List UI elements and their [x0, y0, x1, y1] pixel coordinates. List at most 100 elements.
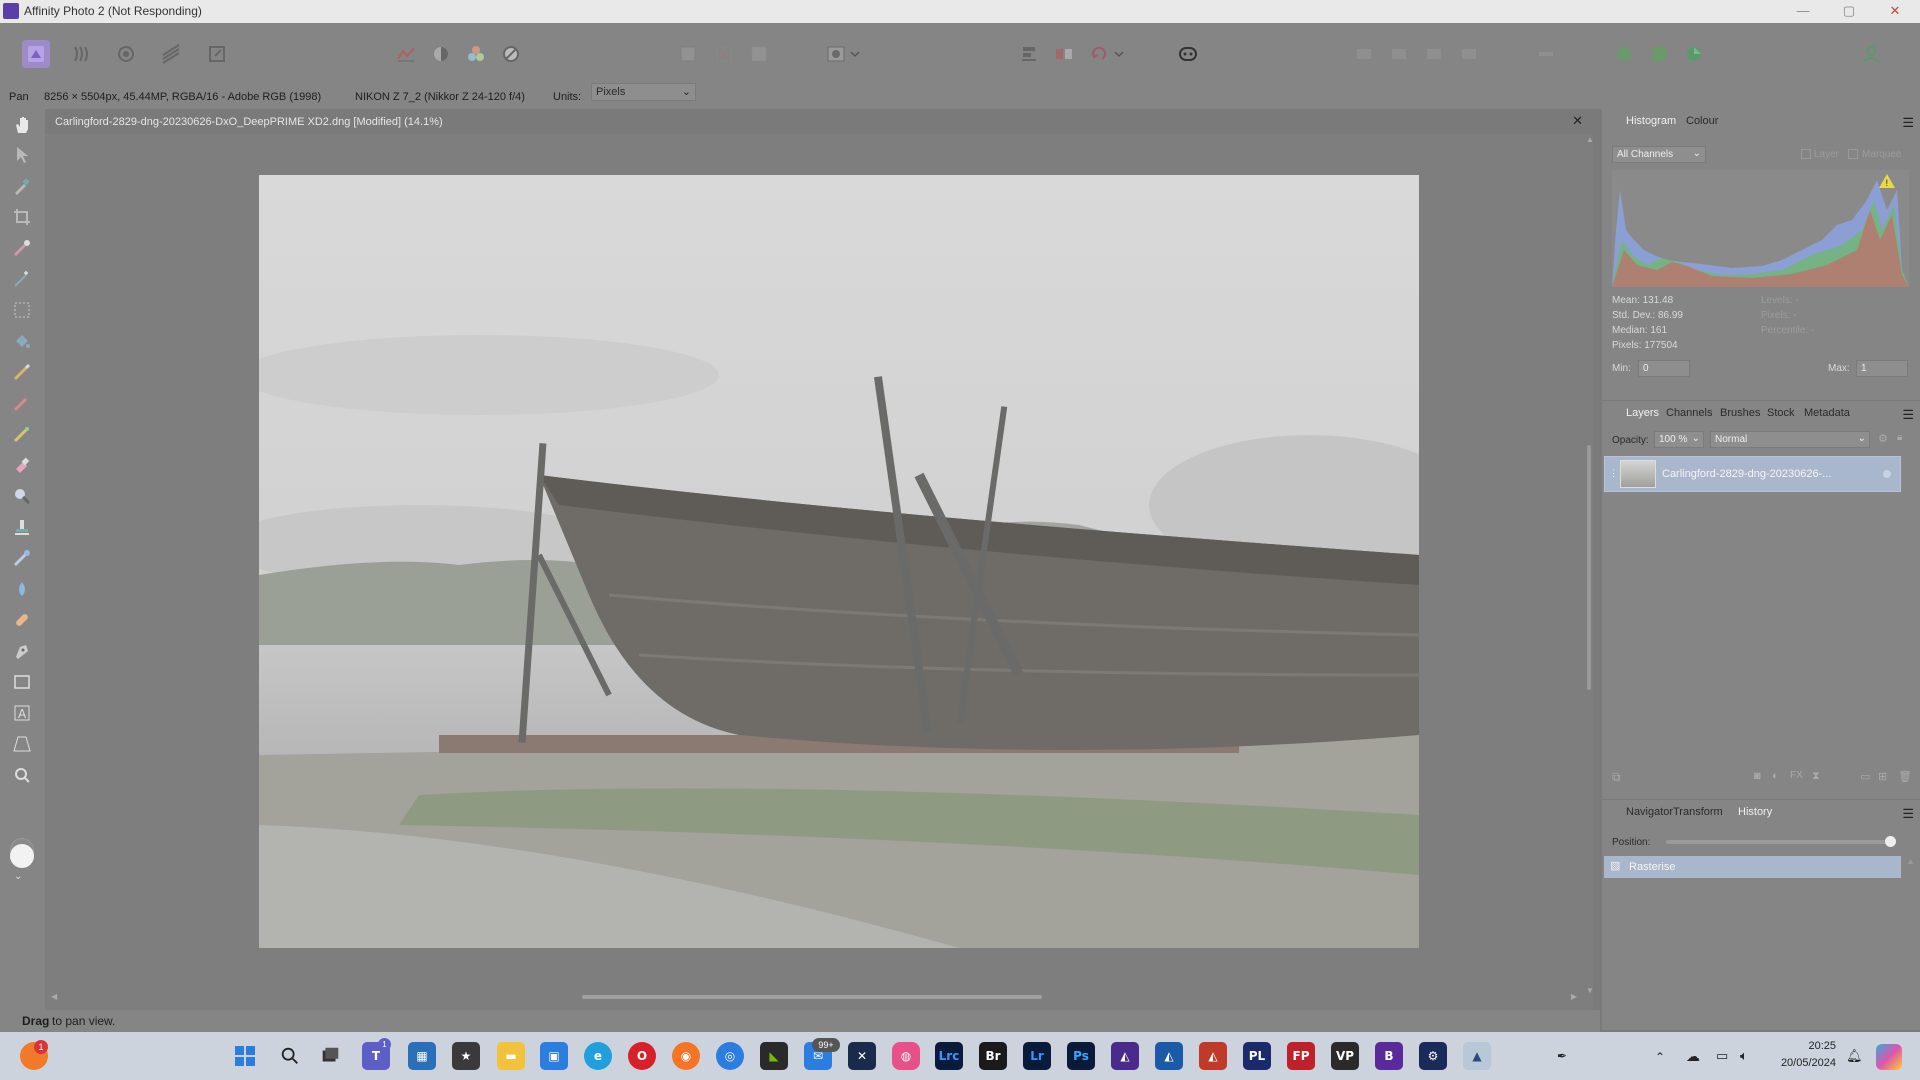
- affinity-publisher-icon[interactable]: ◭: [1199, 1042, 1227, 1070]
- studio-link-icon[interactable]: [1610, 40, 1638, 68]
- develop-persona-icon[interactable]: [112, 40, 140, 68]
- position-slider-handle[interactable]: [1885, 836, 1896, 847]
- selection-mode-new-icon[interactable]: [674, 40, 702, 68]
- start-button-icon[interactable]: [231, 1042, 259, 1070]
- tab-history[interactable]: History: [1738, 806, 1772, 818]
- arrange-icon[interactable]: [1455, 40, 1483, 68]
- perspective-tool-icon[interactable]: [10, 732, 34, 756]
- auto-contrast-icon[interactable]: [427, 40, 455, 68]
- file-explorer-icon[interactable]: ▬: [497, 1042, 525, 1070]
- lightroom-icon[interactable]: Lr: [1023, 1042, 1051, 1070]
- remote-desktop-icon[interactable]: ▣: [540, 1042, 568, 1070]
- vertical-scrollbar[interactable]: ▲ ▼: [1583, 135, 1594, 995]
- chevron-up-icon[interactable]: ⌃: [1655, 1050, 1665, 1064]
- scroll-left-icon[interactable]: ◀: [51, 992, 57, 1001]
- primary-colour-swatch[interactable]: [10, 844, 34, 868]
- tab-navigator[interactable]: Navigator: [1626, 806, 1673, 818]
- smudge-brush-icon[interactable]: [10, 546, 34, 570]
- photoshop-icon[interactable]: Ps: [1067, 1042, 1095, 1070]
- document-tab[interactable]: Carlingford-2829-dng-20230626-DxO_DeepPR…: [45, 109, 1593, 134]
- adjustment-layer-icon[interactable]: ◐: [1772, 770, 1779, 782]
- app-icon[interactable]: ▲: [1463, 1042, 1491, 1070]
- rotate-icon[interactable]: [1085, 40, 1113, 68]
- copilot-icon[interactable]: [1876, 1044, 1902, 1070]
- store-icon[interactable]: ▦: [408, 1042, 436, 1070]
- firefox-icon[interactable]: ◉: [672, 1042, 700, 1070]
- studio-link-icon[interactable]: [1680, 40, 1708, 68]
- erase-brush-icon[interactable]: [10, 453, 34, 477]
- live-filter-icon[interactable]: ⧗: [1812, 770, 1820, 783]
- filmpack-icon[interactable]: FP: [1287, 1042, 1315, 1070]
- assistant-icon[interactable]: [1174, 40, 1202, 68]
- layer-options-icon[interactable]: ⧉: [1612, 770, 1621, 785]
- auto-levels-icon[interactable]: [392, 40, 420, 68]
- tab-layers[interactable]: Layers: [1626, 407, 1659, 419]
- fx-icon[interactable]: FX: [1790, 770, 1803, 781]
- group-layers-icon[interactable]: ▭: [1860, 770, 1870, 783]
- opacity-field[interactable]: 100 % ⌄: [1654, 431, 1704, 448]
- channel-select[interactable]: All Channels ⌄: [1612, 146, 1706, 163]
- horizontal-scroll-thumb[interactable]: [582, 995, 1042, 999]
- history-entry[interactable]: ▧ Rasterise: [1604, 856, 1901, 878]
- document-canvas[interactable]: [259, 175, 1419, 948]
- app-icon[interactable]: ◍: [892, 1042, 920, 1070]
- scroll-up-icon[interactable]: ▲: [1906, 856, 1915, 866]
- invert-selection-icon[interactable]: [745, 40, 773, 68]
- opera-icon[interactable]: O: [628, 1042, 656, 1070]
- swap-colours-icon[interactable]: ⌄: [14, 871, 22, 882]
- add-layer-icon[interactable]: ⊞: [1878, 770, 1887, 783]
- tab-brushes[interactable]: Brushes: [1720, 407, 1760, 419]
- network-icon[interactable]: ▭: [1716, 1048, 1728, 1064]
- tab-metadata[interactable]: Metadata: [1804, 407, 1850, 419]
- vertical-scroll-thumb[interactable]: [1587, 445, 1591, 690]
- deselect-icon[interactable]: [710, 40, 738, 68]
- tone-mapping-persona-icon[interactable]: [157, 40, 185, 68]
- studio-link-icon[interactable]: [1645, 40, 1673, 68]
- flood-select-icon[interactable]: [10, 267, 34, 291]
- horizontal-scrollbar[interactable]: ◀ ▶: [45, 990, 1583, 1004]
- tab-stock[interactable]: Stock: [1767, 407, 1795, 419]
- tab-histogram[interactable]: Histogram: [1626, 115, 1676, 127]
- layer-checkbox[interactable]: [1801, 149, 1811, 159]
- viewpoint-icon[interactable]: VP: [1331, 1042, 1359, 1070]
- maximize-button[interactable]: ▢: [1826, 0, 1872, 23]
- search-icon[interactable]: [276, 1042, 304, 1070]
- marquee-tool-icon[interactable]: [10, 298, 34, 322]
- panel-menu-icon[interactable]: ☰: [1902, 407, 1914, 423]
- max-field[interactable]: 1: [1856, 360, 1908, 377]
- zoom-tool-icon[interactable]: [10, 763, 34, 787]
- snapping-icon[interactable]: [1532, 40, 1560, 68]
- gear-icon[interactable]: ⚙: [1878, 432, 1888, 445]
- tab-colour[interactable]: Colour: [1686, 115, 1718, 127]
- lock-icon[interactable]: 🔒︎: [1897, 432, 1902, 443]
- colour-picker-icon[interactable]: [10, 174, 34, 198]
- photolab-icon[interactable]: PL: [1243, 1042, 1271, 1070]
- bridge-icon[interactable]: Br: [979, 1042, 1007, 1070]
- app-icon[interactable]: B: [1375, 1042, 1403, 1070]
- account-icon[interactable]: [1857, 40, 1885, 68]
- marquee-checkbox[interactable]: [1848, 149, 1858, 159]
- arrange-icon[interactable]: [1385, 40, 1413, 68]
- app-icon[interactable]: ★: [452, 1042, 480, 1070]
- affinity-photo-icon[interactable]: ◭: [1111, 1042, 1139, 1070]
- nvidia-icon[interactable]: ◣: [760, 1042, 788, 1070]
- volume-icon[interactable]: 🔈︎: [1740, 1048, 1748, 1064]
- task-view-icon[interactable]: [316, 1042, 344, 1070]
- scroll-down-icon[interactable]: ▼: [1586, 986, 1594, 995]
- blend-mode-select[interactable]: Normal ⌄: [1710, 431, 1870, 448]
- export-persona-icon[interactable]: [203, 40, 231, 68]
- tab-transform[interactable]: Transform: [1673, 806, 1723, 818]
- selection-brush-icon[interactable]: [10, 236, 34, 260]
- arrange-icon[interactable]: [1420, 40, 1448, 68]
- notification-bell-icon[interactable]: 🔔︎: [1846, 1048, 1863, 1064]
- min-field[interactable]: 0: [1638, 360, 1690, 377]
- chevron-down-icon[interactable]: [848, 40, 862, 68]
- app-icon[interactable]: ✕: [848, 1042, 876, 1070]
- close-window-button[interactable]: ✕: [1872, 0, 1918, 23]
- blur-brush-icon[interactable]: [10, 577, 34, 601]
- colour-replacement-icon[interactable]: [10, 422, 34, 446]
- text-tool-icon[interactable]: A: [10, 701, 34, 725]
- move-tool-icon[interactable]: [10, 143, 34, 167]
- healing-brush-icon[interactable]: [10, 608, 34, 632]
- flood-fill-icon[interactable]: [10, 329, 34, 353]
